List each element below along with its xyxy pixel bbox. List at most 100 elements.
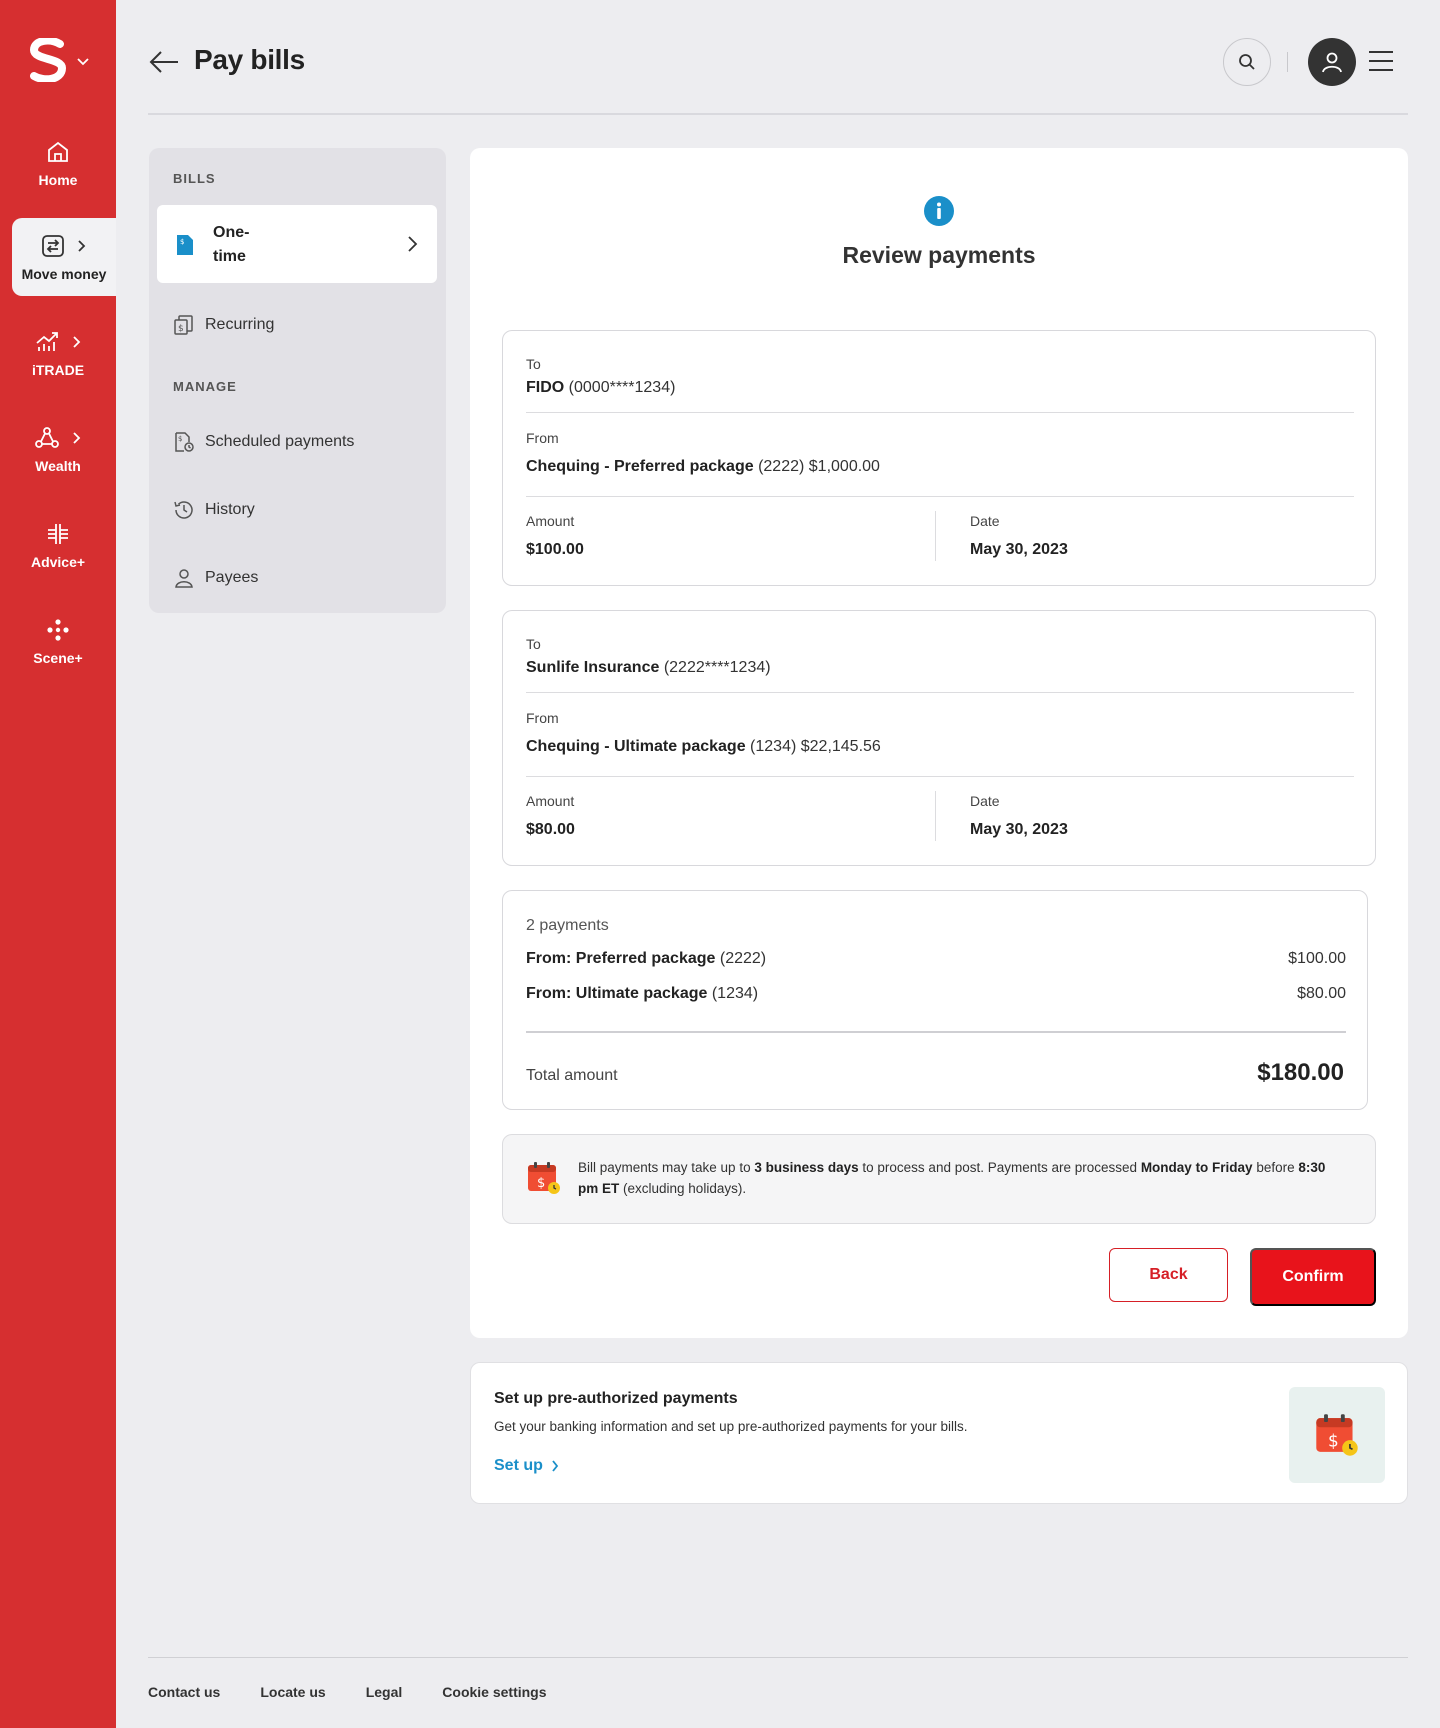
back-button[interactable]: Back: [1109, 1248, 1228, 1302]
info-icon: [924, 196, 954, 231]
payee-value: Sunlife Insurance (2222****1234): [526, 659, 771, 677]
subnav-item-label: History: [205, 501, 255, 518]
total-label: Total amount: [526, 1067, 618, 1084]
from-account-detail: (2222) $1,000.00: [758, 458, 880, 475]
subnav-item-scheduled-payments[interactable]: $ Scheduled payments: [173, 427, 354, 457]
header-divider: [1287, 52, 1288, 72]
footer-link-contact[interactable]: Contact us: [148, 1684, 220, 1700]
review-title: Review payments: [842, 242, 1036, 268]
page-header: Pay bills: [148, 0, 1408, 115]
summary-account-name: From: Ultimate package: [526, 985, 708, 1002]
payee-value: FIDO (0000****1234): [526, 379, 675, 397]
subnav-heading-bills: BILLS: [173, 171, 216, 186]
divider: [526, 412, 1354, 413]
rail-item-move-money[interactable]: Move money: [12, 218, 116, 296]
notice-part: Bill payments may take up to: [578, 1160, 755, 1175]
svg-text:$: $: [1328, 1431, 1339, 1451]
from-account-value: Chequing - Preferred package (2222) $1,0…: [526, 458, 880, 476]
total-value: $180.00: [1257, 1059, 1344, 1086]
chevron-down-icon[interactable]: [76, 54, 90, 72]
from-account-value: Chequing - Ultimate package (1234) $22,1…: [526, 738, 881, 756]
subnav-item-label: One-time: [213, 224, 250, 265]
rail-label: Scene+: [33, 650, 83, 666]
subnav-item-recurring[interactable]: $ Recurring: [173, 310, 274, 340]
setup-link[interactable]: Set up: [494, 1457, 559, 1475]
scene-icon: [47, 619, 69, 641]
footer-link-cookie-settings[interactable]: Cookie settings: [442, 1684, 546, 1700]
svg-text:$: $: [178, 324, 184, 334]
hamburger-menu-icon[interactable]: [1368, 50, 1394, 77]
subnav-item-payees[interactable]: Payees: [173, 563, 258, 593]
rail-item-advice[interactable]: Advice+: [0, 506, 116, 584]
rail-item-home[interactable]: Home: [0, 124, 116, 202]
footer-link-locate[interactable]: Locate us: [260, 1684, 325, 1700]
back-arrow-icon[interactable]: [148, 48, 180, 81]
subnav-item-label: Payees: [205, 569, 259, 586]
rail-item-wealth[interactable]: Wealth: [0, 410, 116, 488]
transfer-icon: [42, 235, 64, 257]
rail-label: Wealth: [35, 458, 81, 474]
to-label: To: [526, 356, 541, 372]
subnav-item-one-time[interactable]: $ One-time: [157, 205, 437, 283]
scheduled-bill-icon: $: [175, 432, 194, 452]
notice-bold: 3 business days: [754, 1160, 859, 1175]
from-label: From: [526, 430, 559, 446]
summary-row-label: From: Preferred package (2222): [526, 950, 766, 968]
chevron-right-icon: [408, 236, 418, 252]
pre-authorized-promo: Set up pre-authorized payments Get your …: [470, 1362, 1408, 1504]
summary-row-amount: $100.00: [1288, 950, 1346, 967]
profile-avatar[interactable]: [1308, 38, 1356, 86]
payment-card: To FIDO (0000****1234) From Chequing - P…: [502, 330, 1376, 586]
promo-title: Set up pre-authorized payments: [494, 1390, 738, 1407]
confirm-button[interactable]: Confirm: [1250, 1248, 1376, 1306]
chevron-right-icon: [78, 240, 86, 252]
subnav-heading-manage: MANAGE: [173, 379, 237, 394]
notice-part: (excluding holidays).: [619, 1181, 747, 1196]
divider: [526, 692, 1354, 693]
date-label: Date: [970, 793, 1000, 809]
scotiabank-logo-icon[interactable]: [28, 38, 68, 82]
calendar-dollar-icon: $: [1316, 1414, 1358, 1456]
summary-row: From: Ultimate package (1234) $80.00: [526, 985, 1346, 1003]
chevron-right-icon: [552, 1460, 559, 1472]
promo-illustration: $: [1289, 1387, 1385, 1483]
notice-text: Bill payments may take up to 3 business …: [578, 1157, 1338, 1199]
chevron-right-icon: [73, 432, 81, 444]
rail-item-itrade[interactable]: iTRADE: [0, 314, 116, 392]
summary-account-number: (1234): [711, 985, 759, 1002]
to-label: To: [526, 636, 541, 652]
payee-name: FIDO: [526, 379, 565, 396]
from-account-name: Chequing - Preferred package: [526, 458, 754, 475]
notice-part: before: [1252, 1160, 1299, 1175]
date-label: Date: [970, 513, 1000, 529]
bills-subnav: BILLS $ One-time $ Recurring MANAGE $ Sc…: [149, 148, 446, 613]
calendar-dollar-icon: $: [528, 1162, 560, 1194]
rail-label: Advice+: [30, 554, 86, 570]
payee-name: Sunlife Insurance: [526, 659, 660, 676]
amount-value: $100.00: [526, 541, 584, 558]
rail-item-scene[interactable]: Scene+: [0, 602, 116, 680]
promo-description: Get your banking information and set up …: [494, 1419, 968, 1434]
from-account-name: Chequing - Ultimate package: [526, 738, 746, 755]
wealth-icon: [35, 427, 59, 448]
subnav-item-history[interactable]: History: [173, 495, 255, 525]
left-rail: Home Move money iTRADE Wealth Advice+ Sc…: [0, 0, 116, 1728]
search-button[interactable]: [1223, 38, 1271, 86]
divider: [935, 511, 936, 561]
date-value: May 30, 2023: [970, 541, 1068, 558]
document-icon: $: [177, 235, 193, 255]
summary-account-name: From: Preferred package: [526, 950, 716, 967]
svg-text:$: $: [180, 238, 184, 246]
payment-card: To Sunlife Insurance (2222****1234) From…: [502, 610, 1376, 866]
advice-icon: [48, 524, 68, 544]
rail-label: Home: [38, 172, 78, 188]
summary-row-label: From: Ultimate package (1234): [526, 985, 758, 1003]
amount-value: $80.00: [526, 821, 575, 838]
svg-text:$: $: [178, 435, 182, 443]
footer-divider: [148, 1657, 1408, 1658]
setup-link-label: Set up: [494, 1457, 543, 1474]
from-label: From: [526, 710, 559, 726]
chevron-right-icon: [73, 336, 81, 348]
footer-link-legal[interactable]: Legal: [366, 1684, 403, 1700]
summary-account-number: (2222): [719, 950, 767, 967]
